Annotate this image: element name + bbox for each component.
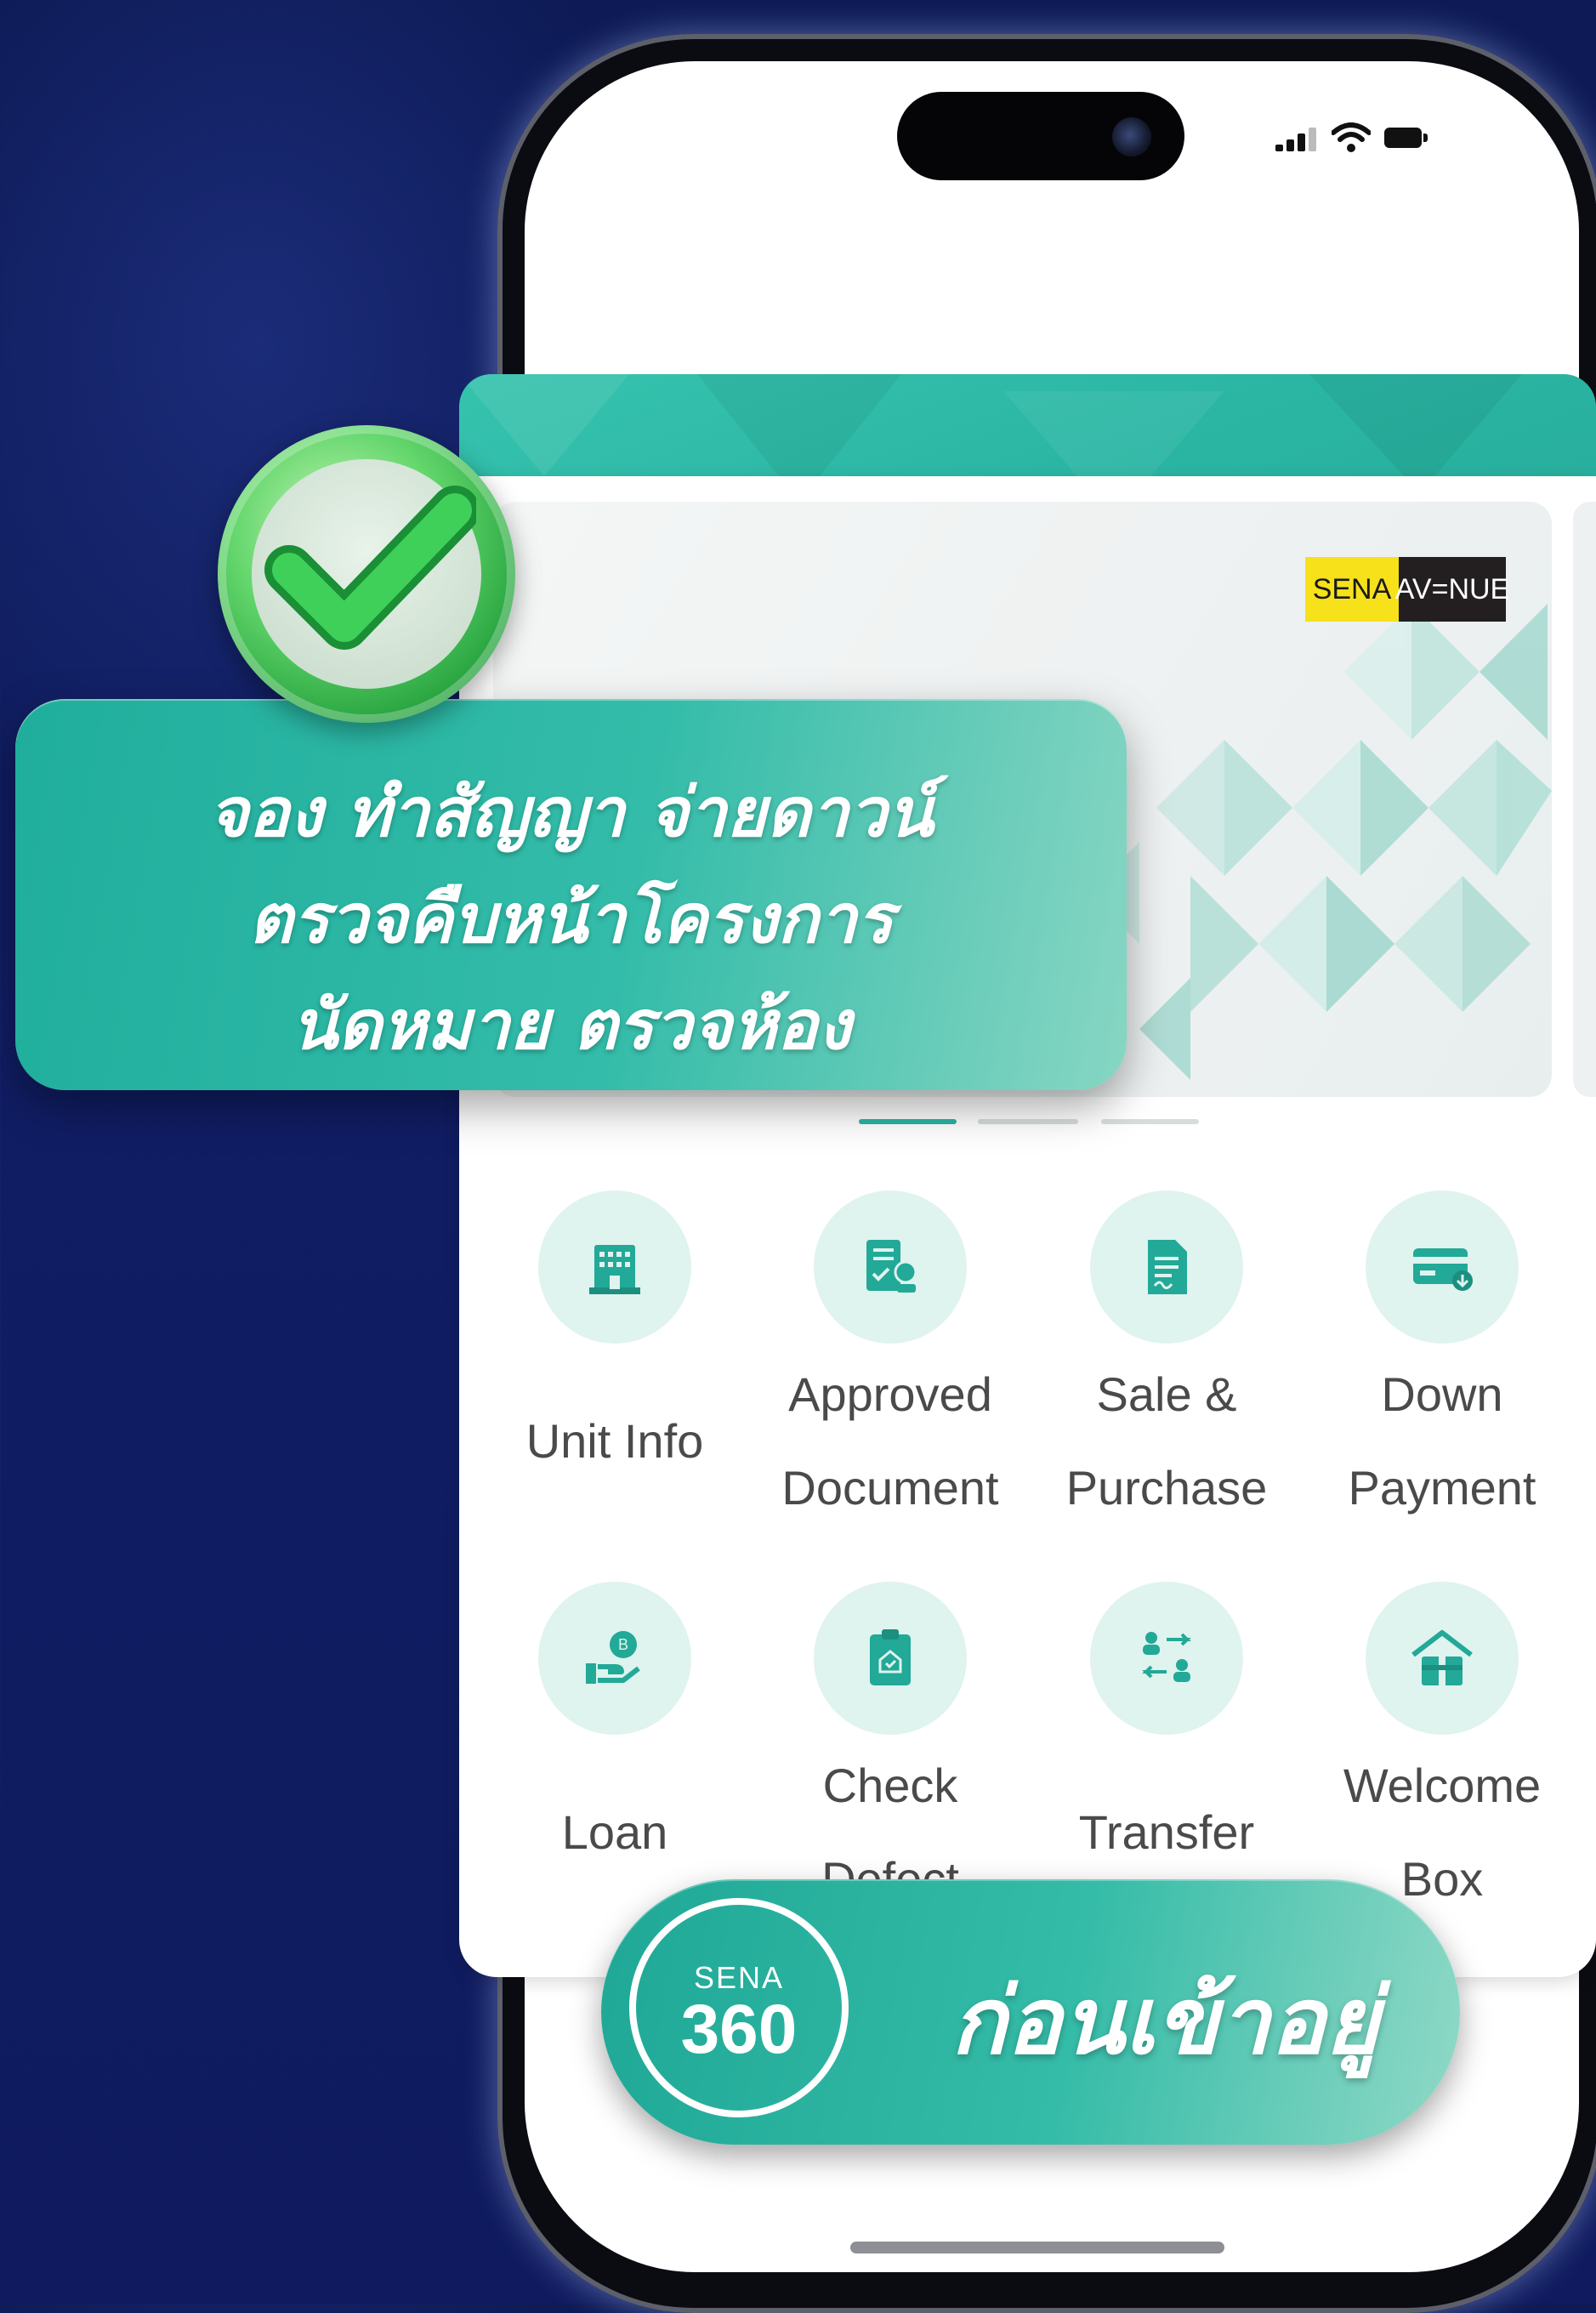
camera-icon <box>1112 117 1151 156</box>
callout-line-1: จอง ทำสัญญา จ่ายดาวน์ <box>208 773 934 852</box>
menu-welcome-box[interactable]: Welcome Box <box>1302 1582 1582 1922</box>
menu-sale-purchase[interactable]: Sale & Purchase <box>1026 1191 1307 1531</box>
menu-transfer[interactable]: Transfer <box>1026 1582 1307 1922</box>
menu-label-2: Document <box>781 1461 999 1515</box>
carousel-dot-active[interactable] <box>859 1119 957 1124</box>
menu-label-1: Down <box>1381 1367 1503 1421</box>
check-icon <box>264 476 480 663</box>
building-icon <box>538 1191 691 1344</box>
menu-label: Unit Info <box>525 1414 704 1468</box>
menu-unit-info[interactable]: Unit Info <box>474 1191 755 1531</box>
pill-title: ก่อนเข้าอยู่ <box>951 1969 1379 2075</box>
callout-line-2: ตรวจคืบหน้าโครงการ <box>248 879 894 958</box>
feature-callout-card: จอง ทำสัญญา จ่ายดาวน์ ตรวจคืบหน้าโครงการ… <box>15 699 1127 1090</box>
menu-label: Loan <box>561 1805 668 1859</box>
brand-left: SENA <box>1305 557 1399 622</box>
svg-text:B: B <box>618 1636 628 1653</box>
welcome-box-house-icon <box>1366 1582 1519 1735</box>
menu-label-2: Purchase <box>1065 1461 1268 1515</box>
menu-label-1: Check <box>822 1759 958 1812</box>
battery-icon <box>1384 128 1422 148</box>
menu-loan[interactable]: B Loan <box>474 1582 755 1922</box>
cellular-signal-icon <box>1275 126 1320 151</box>
menu-label-2: Payment <box>1348 1461 1536 1515</box>
card-payment-icon <box>1366 1191 1519 1344</box>
loan-hand-coin-icon: B <box>538 1582 691 1735</box>
menu-down-payment[interactable]: Down Payment <box>1302 1191 1582 1531</box>
brand-right: AV=NUE <box>1395 557 1509 622</box>
contract-document-icon <box>1090 1191 1243 1344</box>
menu-label-1: Approved <box>788 1367 992 1421</box>
menu-label-1: Sale & <box>1096 1367 1237 1421</box>
menu-check-defect[interactable]: Check Defect <box>750 1582 1031 1922</box>
transfer-users-icon <box>1090 1582 1243 1735</box>
wifi-icon <box>1331 122 1372 153</box>
clipboard-home-icon <box>814 1582 967 1735</box>
carousel-dot[interactable] <box>1101 1119 1199 1124</box>
menu-label-1: Welcome <box>1343 1759 1542 1812</box>
menu-approved-document[interactable]: Approved Document <box>750 1191 1031 1531</box>
carousel-dot[interactable] <box>978 1119 1078 1124</box>
sena-avenue-logo: SENA AV=NUE <box>1305 557 1509 622</box>
callout-line-3: นัดหมาย ตรวจห้อง <box>291 986 851 1065</box>
sena360-logo-number: 360 <box>680 1991 798 2068</box>
home-indicator[interactable] <box>850 2242 1224 2253</box>
approved-document-icon <box>814 1191 967 1344</box>
menu-label: Transfer <box>1078 1805 1255 1859</box>
next-banner-peek[interactable] <box>1573 502 1596 1097</box>
battery-tip <box>1423 134 1428 142</box>
